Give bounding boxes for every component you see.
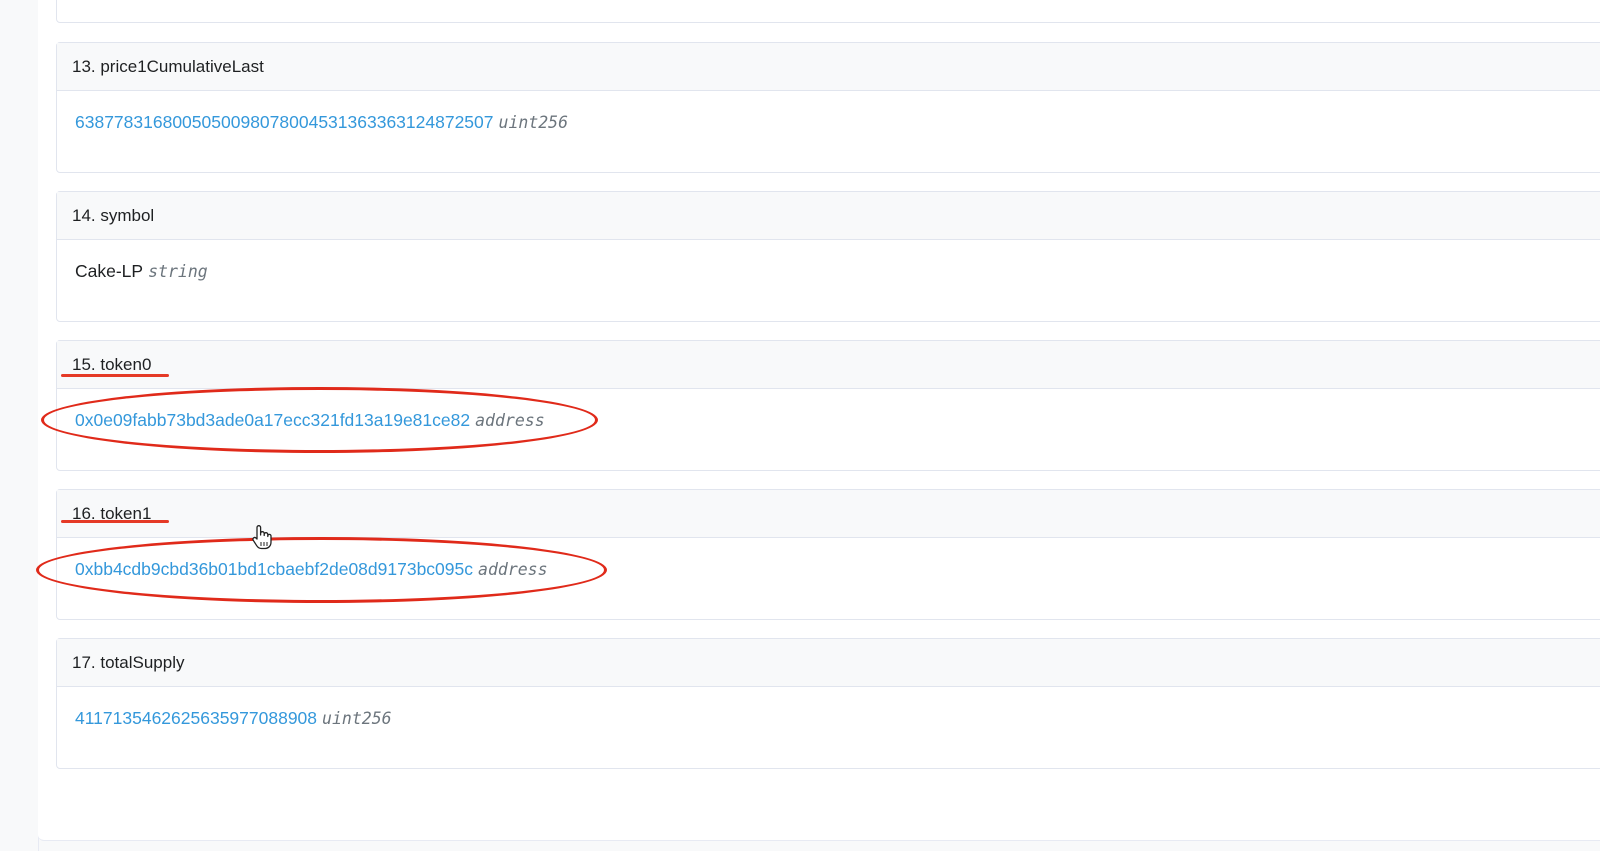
result-value: 4117135462625635977088908 — [75, 708, 318, 728]
left-rail — [0, 0, 39, 851]
item-title: 13. price1CumulativeLast — [72, 56, 264, 76]
result-type: address — [478, 560, 548, 579]
item-title: 14. symbol — [72, 205, 155, 225]
item-header[interactable]: 16. token1 — [57, 490, 1600, 538]
result-value: Cake-LP — [75, 261, 144, 281]
contract-item-symbol: 14. symbol Cake-LP string — [56, 191, 1600, 322]
result-type: uint256 — [498, 113, 569, 132]
contract-item-token0: 15. token0 0x0e09fabb73bd3ade0a17ecc321f… — [56, 340, 1600, 471]
contract-item-totalSupply: 17. totalSupply 411713546262563597708890… — [56, 638, 1600, 769]
contract-item-token1: 16. token1 0xbb4cdb9cbd36b01bd1cbaebf2de… — [56, 489, 1600, 620]
item-result: 0x0e09fabb73bd3ade0a17ecc321fd13a19e81ce… — [57, 389, 1600, 432]
token1-address-link[interactable]: 0xbb4cdb9cbd36b01bd1cbaebf2de08d9173bc09… — [75, 559, 473, 579]
token1-underline-annotation — [61, 520, 169, 523]
item-header[interactable]: 13. price1CumulativeLast — [57, 43, 1600, 91]
item-result: 0xbb4cdb9cbd36b01bd1cbaebf2de08d9173bc09… — [57, 538, 1600, 581]
item-header[interactable]: 15. token0 — [57, 341, 1600, 389]
item-title: 17. totalSupply — [72, 652, 185, 672]
contract-item-price1CumulativeLast: 13. price1CumulativeLast 638778316800505… — [56, 42, 1600, 173]
previous-item-card — [56, 0, 1600, 23]
result-value: 6387783168005050098078004531363363124872… — [75, 112, 494, 132]
token0-underline-annotation — [61, 374, 169, 377]
result-type: uint256 — [322, 709, 392, 728]
item-title: 15. token0 — [72, 354, 152, 374]
token0-address-link[interactable]: 0x0e09fabb73bd3ade0a17ecc321fd13a19e81ce… — [75, 410, 470, 430]
item-result: 6387783168005050098078004531363363124872… — [57, 91, 1600, 134]
result-type: address — [475, 411, 545, 430]
item-result: 4117135462625635977088908 uint256 — [57, 687, 1600, 730]
result-type: string — [148, 262, 208, 281]
hand-pointer-icon — [252, 525, 272, 550]
item-header[interactable]: 14. symbol — [57, 192, 1600, 240]
item-header[interactable]: 17. totalSupply — [57, 639, 1600, 687]
item-result: Cake-LP string — [57, 240, 1600, 283]
